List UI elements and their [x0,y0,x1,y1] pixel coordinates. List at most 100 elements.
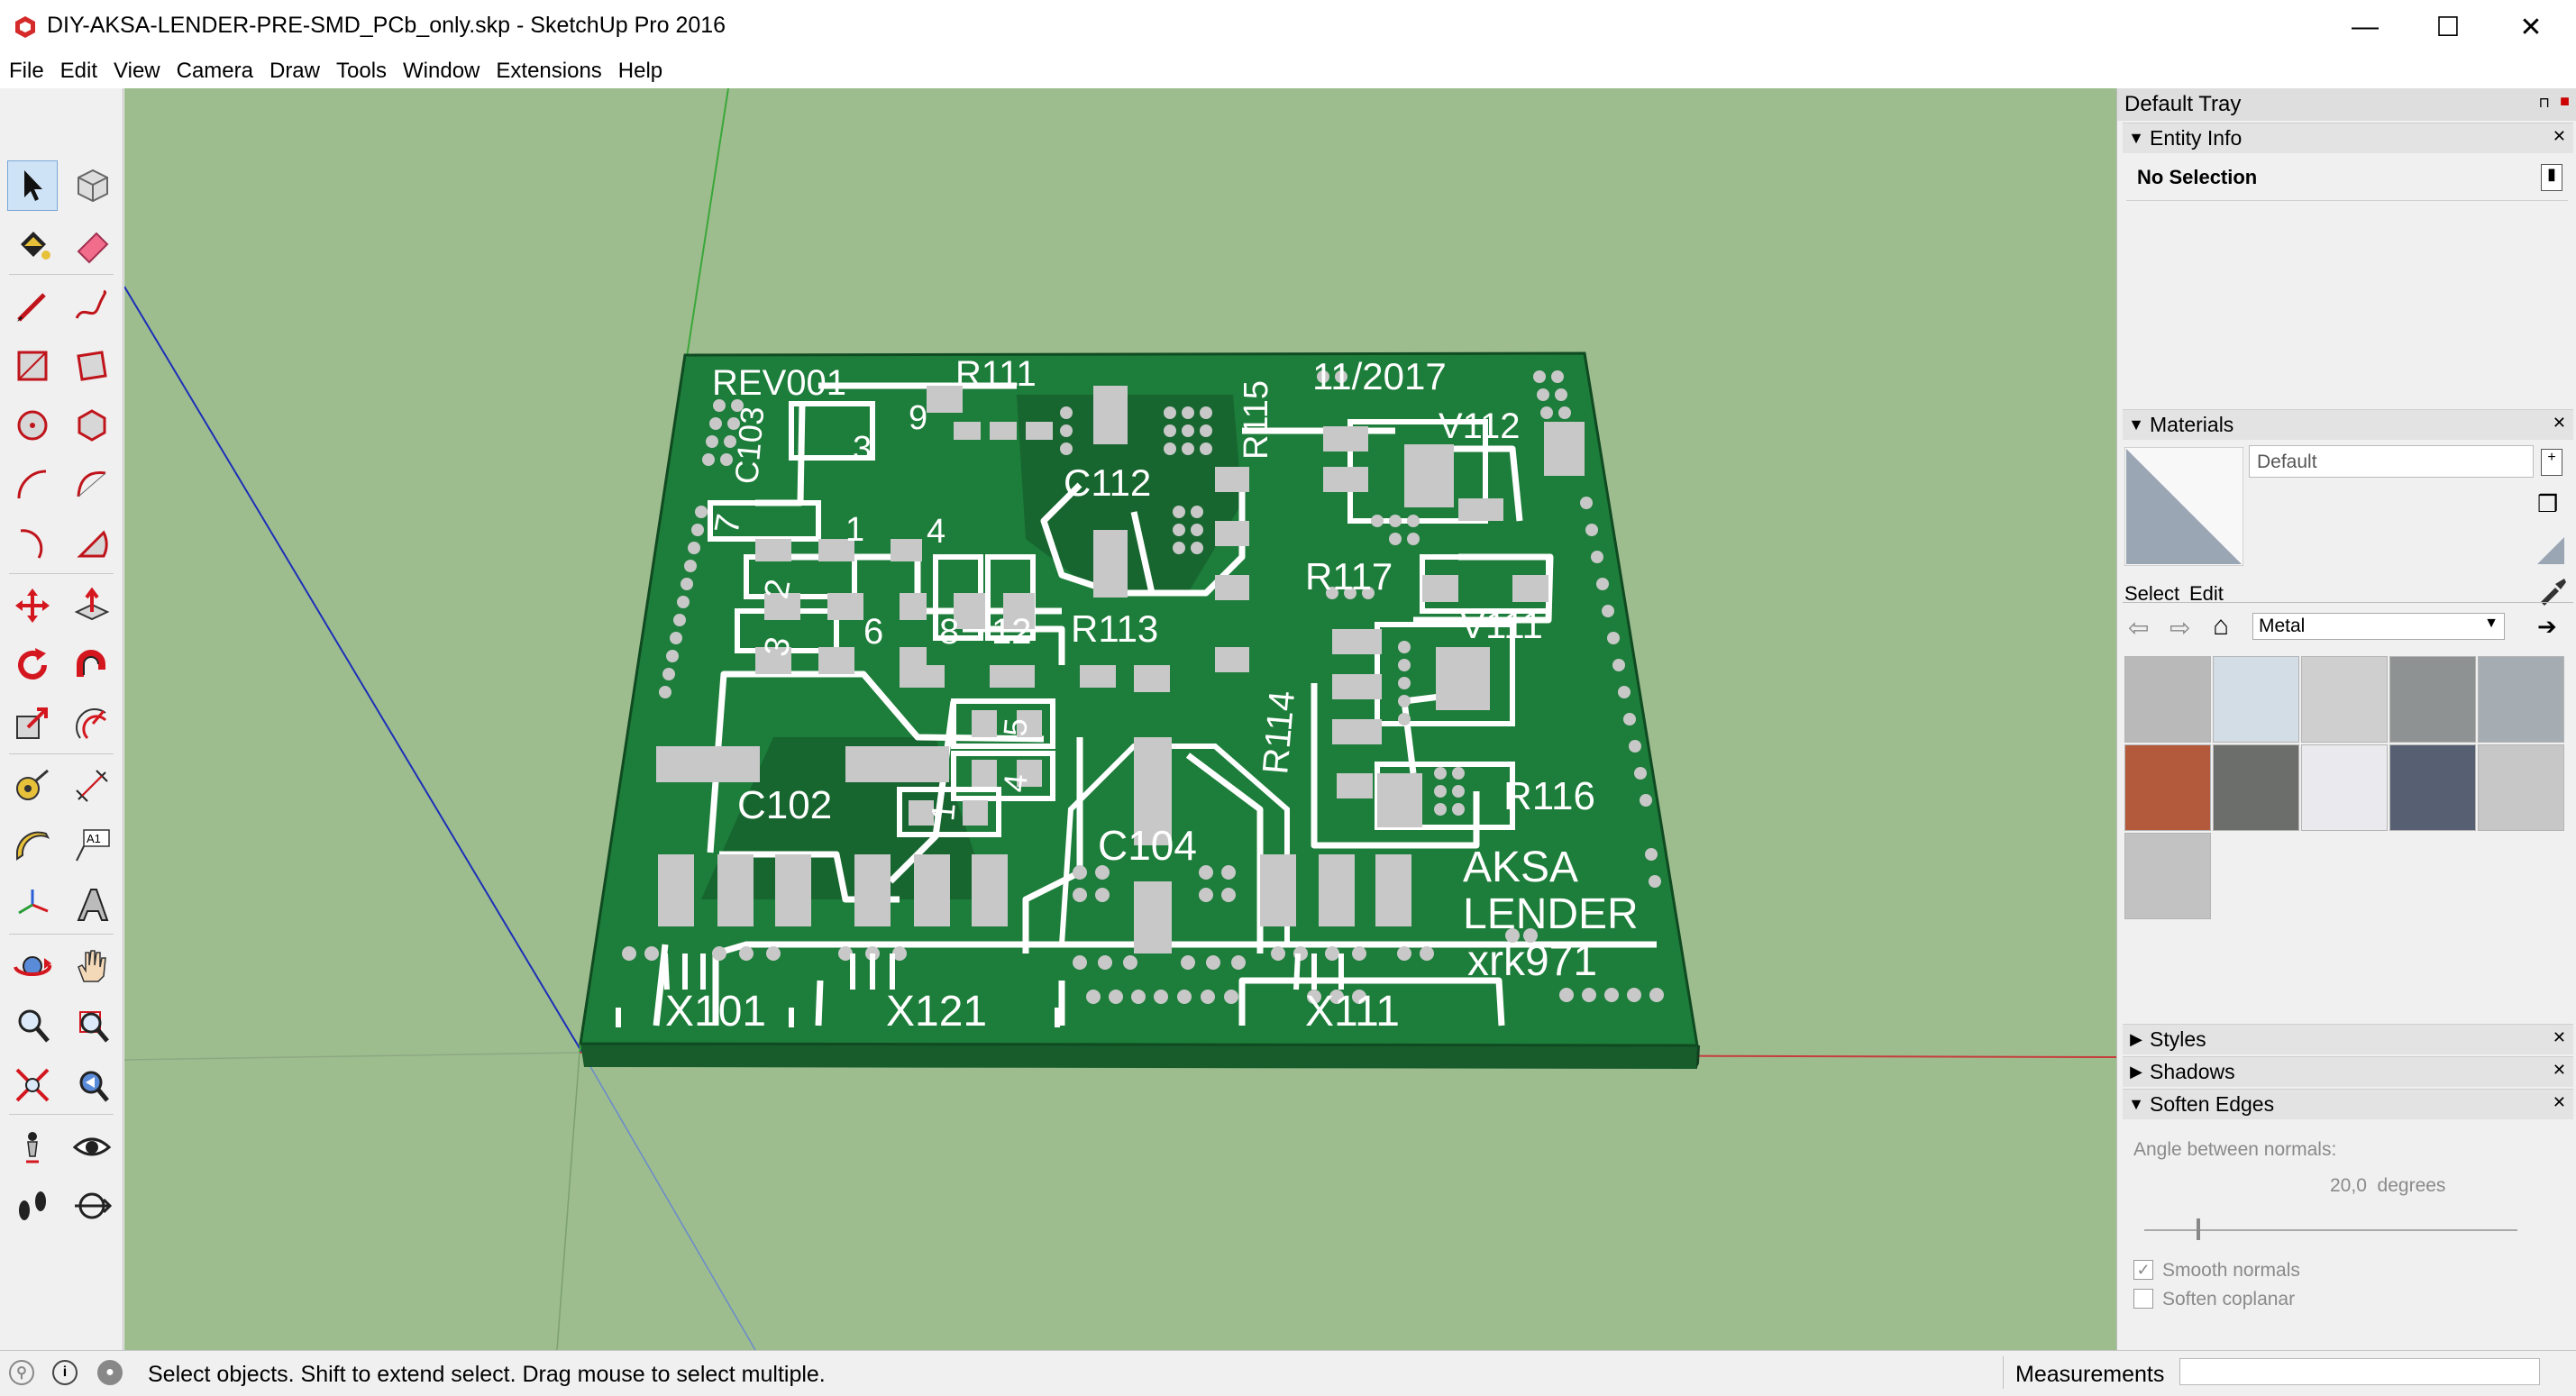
circle-tool[interactable] [7,400,58,451]
angle-slider-handle[interactable] [2197,1218,2200,1240]
pie-tool[interactable] [67,519,117,570]
arc-tool[interactable] [7,460,58,510]
angle-slider-track[interactable] [2144,1229,2517,1231]
previous-view-tool[interactable] [67,1060,117,1110]
material-swatch[interactable] [2301,744,2388,831]
shadows-header[interactable]: ▶ Shadows ✕ [2123,1056,2573,1087]
pan-tool[interactable] [67,941,117,991]
two-point-arc-tool[interactable] [67,460,117,510]
freehand-tool[interactable] [67,281,117,332]
details-arrow-icon[interactable]: ➔ [2537,613,2557,641]
materials-header[interactable]: ▼ Materials ✕ [2123,409,2573,440]
zoom-extents-tool[interactable] [7,1060,58,1110]
polygon-tool[interactable] [67,400,117,451]
user-account-icon[interactable]: ● [97,1360,123,1385]
soften-coplanar-checkbox[interactable] [2133,1289,2153,1309]
zoom-tool[interactable] [7,1000,58,1051]
default-material-icon[interactable]: ❒ [2537,490,2564,517]
select-tool[interactable] [7,160,58,211]
measurements-input[interactable] [2179,1358,2540,1385]
back-face-swatch[interactable] [2535,528,2566,566]
material-swatch[interactable] [2213,744,2299,831]
panel-close-icon[interactable]: ✕ [2553,1093,2566,1112]
modeling-viewport[interactable]: REV001 R111 11/2017 R115 C103 V112 C112 … [124,88,2116,1350]
material-swatch[interactable] [2389,744,2476,831]
position-camera-tool[interactable] [7,1121,58,1172]
close-button[interactable]: ✕ [2489,0,2572,54]
entity-details-toggle[interactable]: ▮ [2541,164,2562,191]
offset-tool[interactable] [67,699,117,750]
material-swatch[interactable] [2124,833,2211,919]
three-point-arc-tool[interactable] [7,519,58,570]
three-point-arc-icon [20,529,43,559]
material-library-select[interactable]: Metal ▼ [2252,613,2505,640]
forward-arrow-icon[interactable]: ⇨ [2170,613,2190,643]
material-swatch[interactable] [2301,656,2388,743]
orbit-tool[interactable] [7,941,58,991]
menu-extensions[interactable]: Extensions [494,57,603,86]
menu-edit[interactable]: Edit [59,57,99,86]
panel-close-icon[interactable]: ✕ [2553,414,2566,433]
move-tool[interactable] [7,580,58,631]
section-plane-tool[interactable] [67,1181,117,1231]
panel-close-icon[interactable]: ✕ [2553,1061,2566,1080]
material-swatch[interactable] [2478,744,2564,831]
text-tool[interactable]: A1 [67,820,117,871]
menu-file[interactable]: File [7,57,46,86]
panel-close-icon[interactable]: ✕ [2553,127,2566,146]
tray-close-icon[interactable]: ■ [2560,92,2570,111]
divider [2123,602,2573,603]
material-swatch[interactable] [2213,656,2299,743]
menu-help[interactable]: Help [617,57,664,86]
menu-draw[interactable]: Draw [268,57,322,86]
menu-camera[interactable]: Camera [175,57,255,86]
minimize-button[interactable]: — [2324,0,2407,54]
pcb-board[interactable]: REV001 R111 11/2017 R115 C103 V112 C112 … [579,351,1700,1069]
material-swatch[interactable] [2389,656,2476,743]
follow-me-tool[interactable] [67,640,117,690]
menu-window[interactable]: Window [401,57,481,86]
geolocation-icon[interactable]: ⚲ [9,1360,34,1385]
protractor-tool[interactable] [7,820,58,871]
paint-bucket-tool[interactable] [7,220,58,270]
axes-tool[interactable] [7,880,58,930]
material-swatch[interactable] [2124,744,2211,831]
info-icon[interactable]: i [52,1360,78,1385]
3d-text-tool[interactable] [67,880,117,930]
make-component-tool[interactable] [67,160,117,211]
create-material-icon[interactable]: + [2541,449,2562,476]
status-bar: ⚲ i ● Select objects. Shift to extend se… [0,1350,2576,1396]
zoom-window-tool[interactable] [67,1000,117,1051]
maximize-button[interactable]: ☐ [2407,0,2489,54]
menu-tools[interactable]: Tools [334,57,388,86]
shadows-title: Shadows [2150,1060,2235,1083]
soften-edges-header[interactable]: ▼ Soften Edges ✕ [2123,1089,2573,1119]
material-name-field[interactable]: Default [2249,445,2534,478]
dimension-tool[interactable] [67,761,117,811]
tape-measure-icon [16,769,49,800]
eraser-tool[interactable] [67,220,117,270]
entity-info-header[interactable]: ▼ Entity Info ✕ [2123,123,2573,153]
panel-close-icon[interactable]: ✕ [2553,1028,2566,1047]
walk-tool[interactable] [7,1181,58,1231]
smooth-normals-checkbox[interactable]: ✓ [2133,1260,2153,1280]
menu-view[interactable]: View [112,57,162,86]
rotated-rectangle-tool[interactable] [67,341,117,391]
rotate-tool[interactable] [7,640,58,690]
sample-paint-icon[interactable] [2537,575,2568,606]
zoom-icon [18,1009,50,1043]
tape-measure-tool[interactable] [7,761,58,811]
material-swatch[interactable] [2124,656,2211,743]
styles-header[interactable]: ▶ Styles ✕ [2123,1024,2573,1054]
pin-icon[interactable]: ⊓ [2539,94,2550,112]
material-swatch[interactable] [2478,656,2564,743]
rectangle-tool[interactable] [7,341,58,391]
scale-tool[interactable] [7,699,58,750]
push-pull-tool[interactable] [67,580,117,631]
look-around-tool[interactable] [67,1121,117,1172]
window-title: DIY-AKSA-LENDER-PRE-SMD_PCb_only.skp - S… [47,13,726,38]
rectangle-icon [17,351,48,381]
home-icon[interactable]: ⌂ [2213,611,2229,642]
back-arrow-icon[interactable]: ⇦ [2128,613,2149,643]
line-tool[interactable] [7,281,58,332]
